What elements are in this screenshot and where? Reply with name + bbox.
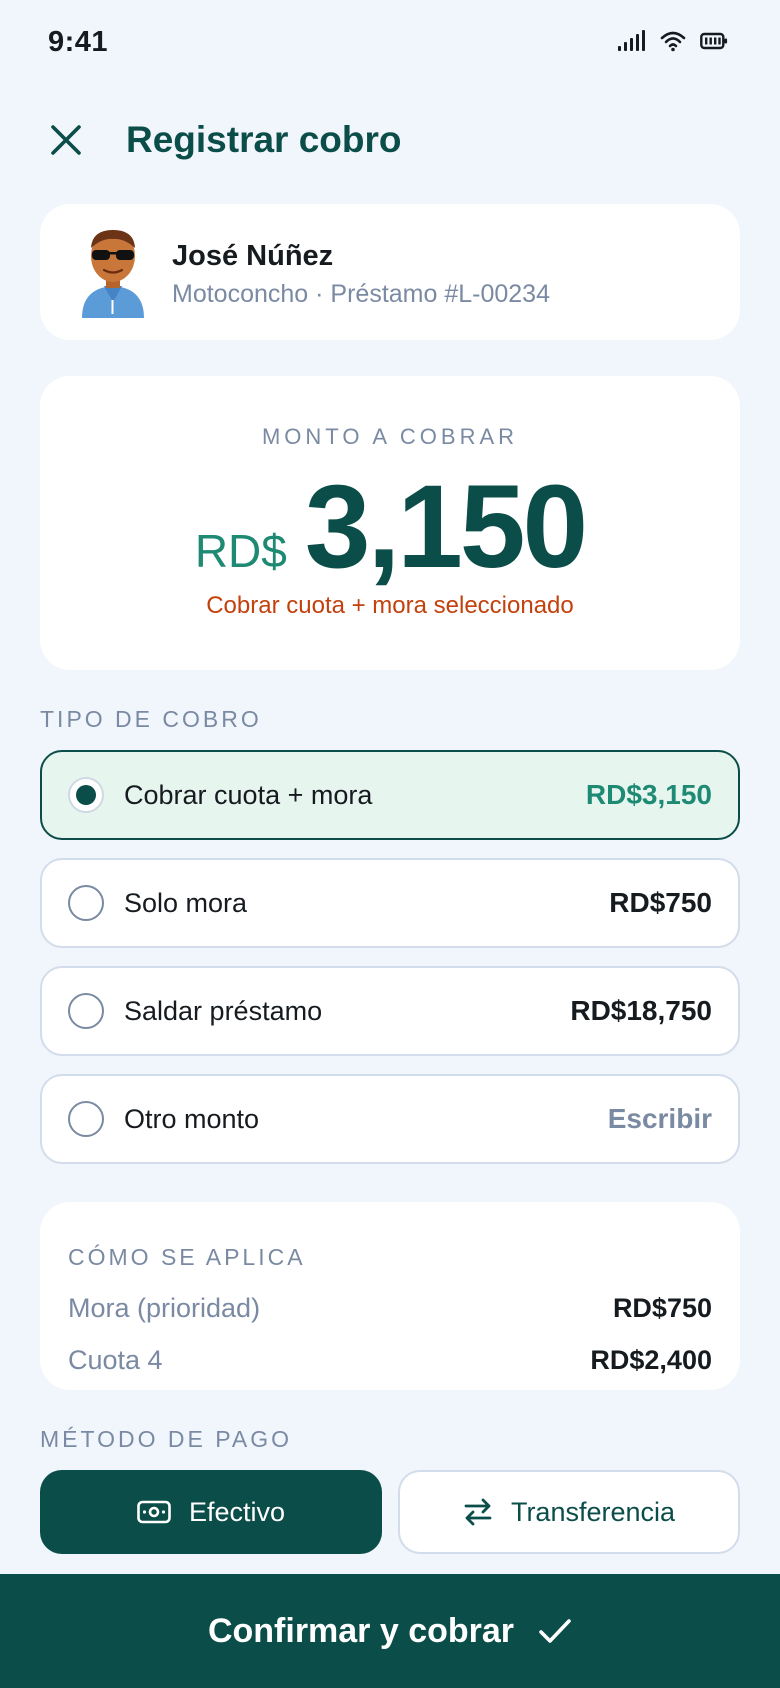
check-icon	[539, 1619, 571, 1643]
amount-note: Cobrar cuota + mora seleccionado	[206, 592, 574, 619]
radio[interactable]	[68, 993, 104, 1029]
battery-icon	[700, 32, 728, 50]
status-bar: 9:41	[0, 0, 780, 86]
transfer-button[interactable]: Transferencia	[398, 1470, 740, 1554]
amount-row: RD$ 3,150	[40, 468, 740, 586]
option-label: Otro monto	[124, 1103, 260, 1134]
amount-currency: RD$	[194, 525, 287, 577]
custom-amount-input[interactable]: Escribir	[608, 1103, 712, 1135]
radio-selected[interactable]	[68, 777, 104, 813]
transfer-label: Transferencia	[510, 1496, 676, 1527]
amount-value: 3,150	[304, 461, 588, 593]
option-value: RD$18,750	[570, 995, 712, 1026]
option-otro-monto[interactable]: Otro monto Escribir	[40, 1074, 740, 1164]
header: Registrar cobro	[40, 110, 740, 170]
cash-label: Efectivo	[188, 1496, 286, 1527]
application-card: CÓMO SE APLICA Mora (prioridad) RD$750 C…	[40, 1202, 740, 1390]
confirm-label: Confirmar y cobrar	[207, 1611, 515, 1650]
client-meta: Motoconcho · Préstamo #L-00234	[172, 280, 550, 308]
application-value: RD$2,400	[590, 1345, 712, 1375]
status-icons	[618, 30, 728, 52]
application-value: RD$750	[612, 1293, 712, 1323]
option-solo-mora[interactable]: Solo mora RD$750	[40, 858, 740, 948]
client-card: José Núñez Motoconcho · Préstamo #L-0023…	[40, 204, 740, 340]
option-value: RD$3,150	[585, 779, 712, 810]
application-row: Cuota 4 RD$2,400	[68, 1345, 712, 1376]
application-key: Mora (prioridad)	[68, 1293, 261, 1323]
status-time: 9:41	[48, 26, 109, 58]
radio-dot	[76, 785, 96, 805]
close-icon	[51, 125, 81, 155]
option-value: RD$750	[609, 887, 712, 918]
confirm-button[interactable]: Confirmar y cobrar	[0, 1574, 780, 1688]
client-name: José Núñez	[172, 240, 334, 272]
radio[interactable]	[68, 885, 104, 921]
application-row: Mora (prioridad) RD$750	[68, 1293, 712, 1324]
option-saldar-prestamo[interactable]: Saldar préstamo RD$18,750	[40, 966, 740, 1056]
option-label: Saldar préstamo	[124, 995, 323, 1026]
transfer-arrows-icon	[464, 1498, 492, 1526]
radio[interactable]	[68, 1101, 104, 1137]
option-cuota-mora[interactable]: Cobrar cuota + mora RD$3,150	[40, 750, 740, 840]
cash-button[interactable]: Efectivo	[40, 1470, 382, 1554]
avatar	[82, 230, 144, 318]
amount-label: MONTO A COBRAR	[261, 424, 519, 449]
page-title: Registrar cobro	[126, 119, 402, 160]
close-button[interactable]	[42, 116, 90, 164]
option-label: Solo mora	[124, 887, 248, 918]
collection-type-label: TIPO DE COBRO	[40, 706, 262, 732]
wifi-icon	[660, 31, 686, 52]
amount-card: MONTO A COBRAR RD$ 3,150 Cobrar cuota + …	[40, 376, 740, 670]
cash-icon	[137, 1500, 171, 1524]
signal-icon	[618, 30, 645, 51]
application-title: CÓMO SE APLICA	[68, 1244, 306, 1270]
option-label: Cobrar cuota + mora	[124, 779, 373, 810]
payment-method-label: MÉTODO DE PAGO	[40, 1426, 293, 1452]
application-key: Cuota 4	[68, 1345, 163, 1375]
